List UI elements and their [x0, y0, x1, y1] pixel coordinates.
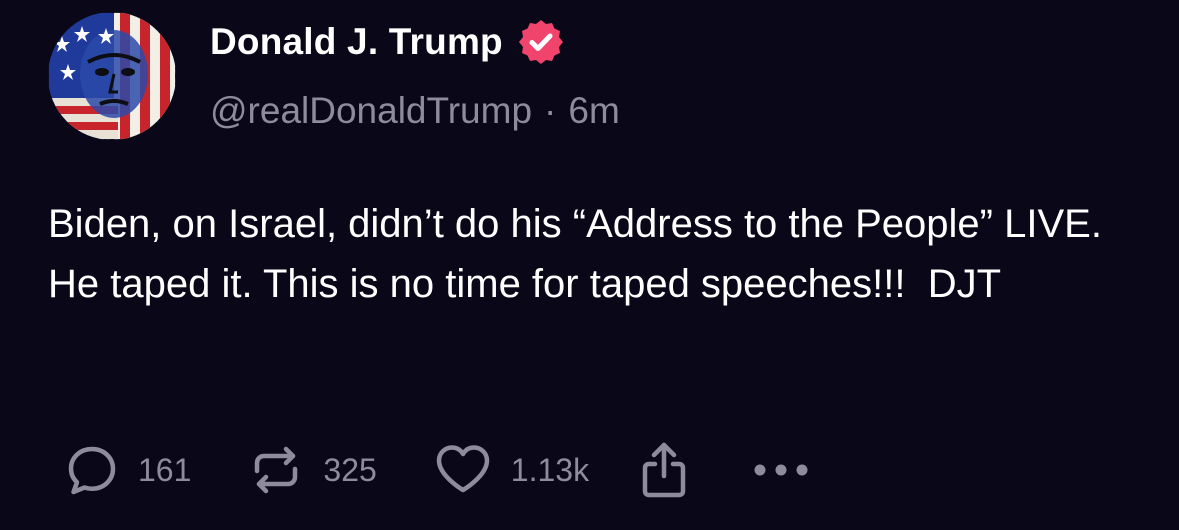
reply-icon [68, 446, 116, 495]
reply-button[interactable]: 161 [64, 442, 191, 498]
post-card: Donald J. Trump @realDonaldTrump · 6m Bi… [0, 0, 1179, 530]
like-count: 1.13k [510, 451, 590, 488]
like-button[interactable]: 1.13k [433, 442, 589, 498]
share-button[interactable] [639, 440, 689, 500]
author-handle[interactable]: @realDonaldTrump [210, 90, 532, 132]
reply-count: 161 [138, 451, 192, 488]
post-timestamp[interactable]: 6m [568, 90, 619, 132]
more-icon [754, 464, 808, 476]
action-bar: 161 325 1.13k [64, 440, 811, 500]
share-icon [642, 442, 686, 498]
post-body: Biden, on Israel, didn’t do his “Address… [48, 202, 1114, 306]
meta-separator: · [544, 90, 557, 131]
repost-count: 325 [323, 451, 377, 488]
repost-icon [255, 446, 298, 494]
avatar[interactable] [48, 12, 176, 140]
avatar-image [48, 12, 176, 140]
heart-icon [436, 445, 490, 493]
more-options-button[interactable] [751, 460, 811, 480]
author-name-row: Donald J. Trump [210, 18, 565, 66]
repost-button[interactable]: 325 [247, 441, 377, 499]
verified-badge-icon [518, 20, 563, 64]
post-meta: @realDonaldTrump · 6m [210, 90, 620, 132]
author-display-name[interactable]: Donald J. Trump [210, 21, 503, 63]
